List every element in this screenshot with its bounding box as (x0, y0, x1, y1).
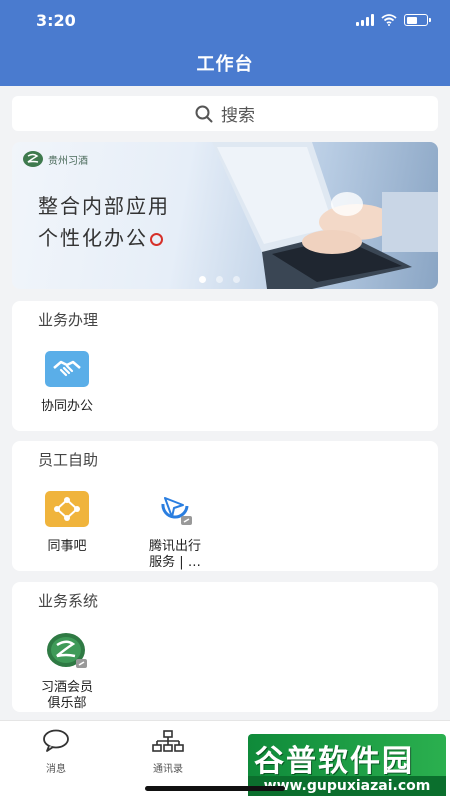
app-tencent-travel[interactable]: 腾讯出行 服务 | … (130, 491, 220, 571)
section-title: 员工自助 (38, 451, 99, 469)
carousel-dot[interactable] (199, 276, 206, 283)
search-label: 搜索 (221, 106, 255, 126)
red-circle-icon (150, 233, 163, 246)
xijiu-club-icon (45, 632, 89, 668)
tab-label: 消息 (46, 764, 66, 775)
page-title: 工作台 (196, 54, 254, 75)
section-title: 业务系统 (38, 592, 99, 610)
signal-icon (356, 14, 374, 26)
tab-messages[interactable]: 消息 (16, 729, 96, 775)
app-label: 协同办公 (40, 399, 93, 414)
carousel-dot[interactable] (216, 276, 223, 283)
wifi-icon (381, 14, 397, 26)
xijiu-logo-icon (23, 151, 43, 167)
app-xijiu-club[interactable]: 习酒会员 俱乐部 (22, 632, 112, 712)
tab-label: 通讯录 (153, 764, 183, 775)
banner-headline-1: 整合内部应用 (38, 194, 170, 218)
message-icon (43, 729, 69, 752)
app-label: 腾讯出行 服务 | … (148, 539, 201, 570)
battery-icon (404, 14, 431, 26)
section-business: 业务办理 协同办公 (12, 301, 438, 431)
carousel-dots (199, 276, 240, 283)
search-icon (195, 105, 213, 122)
banner-carousel[interactable]: 贵州习酒 整合内部应用 个性化办公 (12, 142, 438, 289)
banner-headline-2: 个性化办公 (38, 222, 163, 251)
status-bar: 3:20 (0, 0, 450, 44)
app-label: 同事吧 (47, 539, 87, 554)
app-colleague-bar[interactable]: 同事吧 (22, 491, 112, 555)
handshake-icon (45, 351, 89, 387)
app-collaborative-office[interactable]: 协同办公 (22, 351, 112, 415)
watermark-title: 谷普软件园 (254, 744, 414, 779)
status-time: 3:20 (36, 11, 76, 30)
status-icons (356, 14, 431, 26)
tencent-travel-icon (153, 491, 197, 527)
carousel-dot[interactable] (233, 276, 240, 283)
home-indicator (145, 786, 285, 791)
tab-contacts[interactable]: 通讯录 (128, 729, 208, 775)
app-label: 习酒会员 俱乐部 (40, 680, 93, 711)
nav-bar: 工作台 (0, 44, 450, 86)
banner-logo: 贵州习酒 (22, 150, 88, 168)
section-title: 业务办理 (38, 311, 99, 329)
section-employee-self-service: 员工自助 同事吧 腾讯出行 服务 | … (12, 441, 438, 571)
contacts-org-icon (152, 730, 184, 752)
search-input[interactable]: 搜索 (12, 96, 438, 131)
colleague-network-icon (45, 491, 89, 527)
section-business-system: 业务系统 习酒会员 俱乐部 (12, 582, 438, 712)
